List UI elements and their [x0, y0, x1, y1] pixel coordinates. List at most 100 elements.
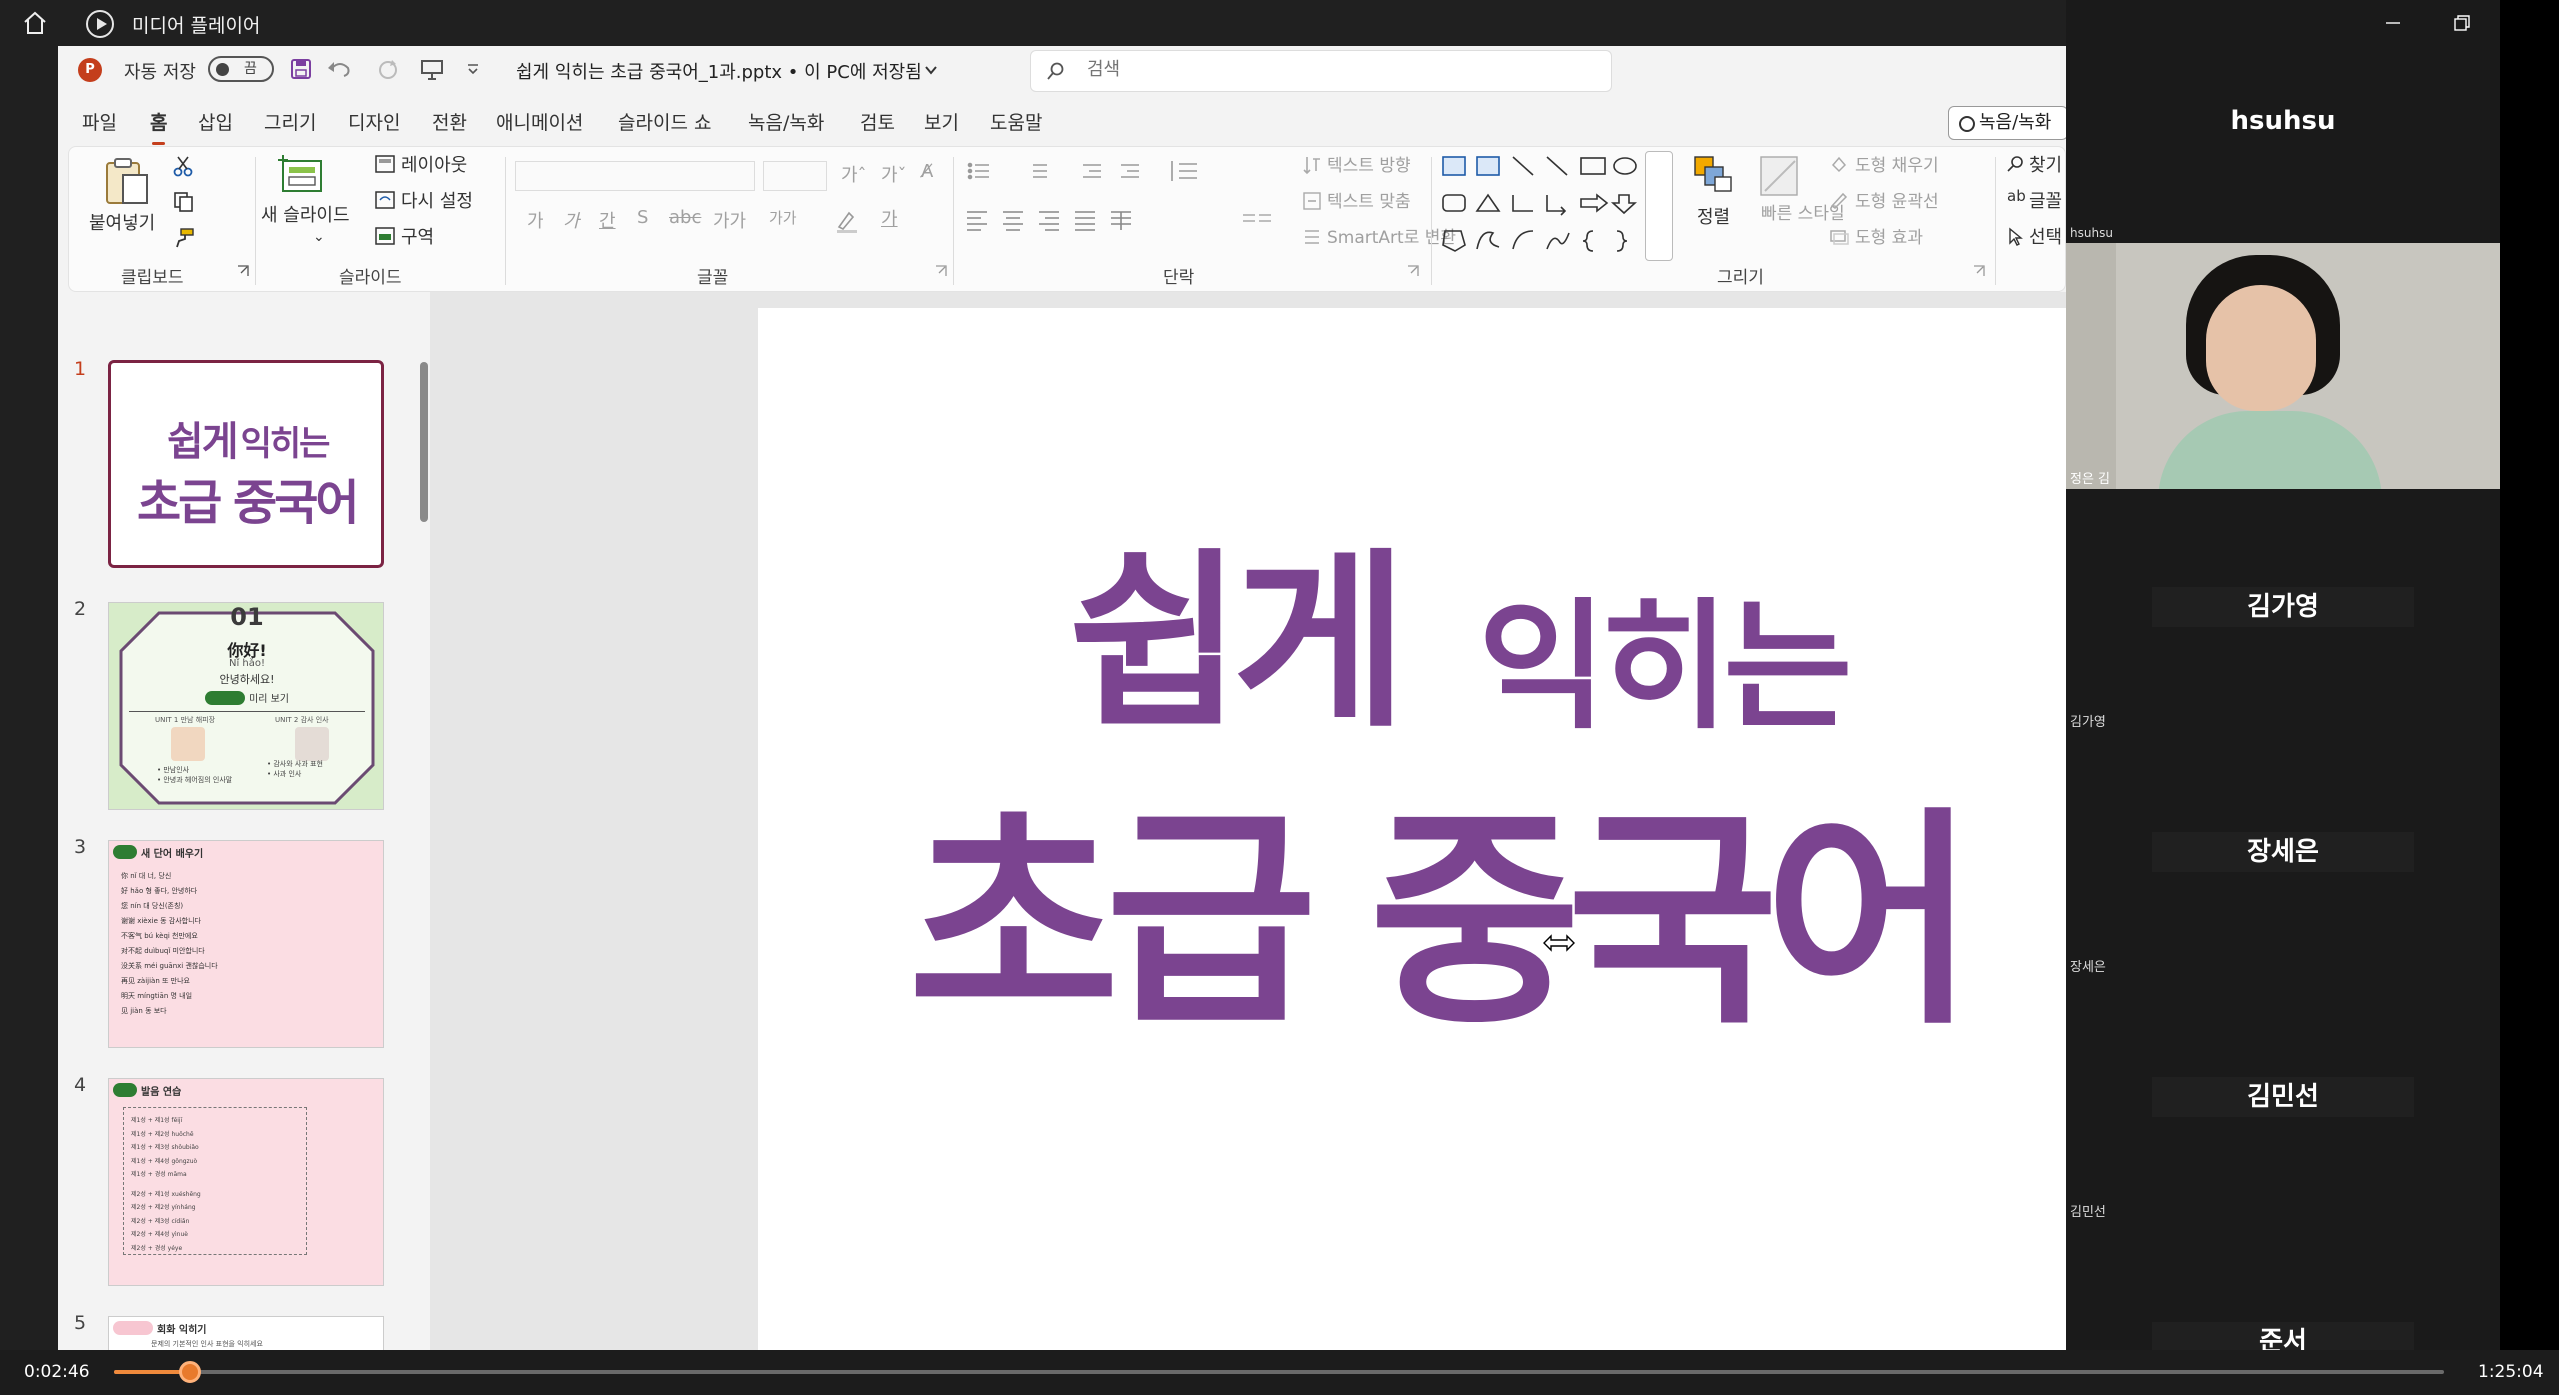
tab-review[interactable]: 검토: [860, 108, 895, 135]
media-player-title: 미디어 플레이어: [132, 15, 261, 37]
record-button[interactable]: 녹음/녹화: [1948, 106, 2066, 140]
scrollbar-thumb[interactable]: [420, 362, 428, 522]
text-direction-button[interactable]: 텍스트 방향: [1327, 151, 1411, 176]
tab-animations[interactable]: 애니메이션: [496, 108, 583, 135]
change-case-button[interactable]: 가가: [769, 207, 797, 228]
present-icon[interactable]: [420, 58, 444, 80]
seek-bar[interactable]: [114, 1361, 2444, 1383]
home-icon[interactable]: [22, 10, 48, 36]
clear-format-icon[interactable]: A̸: [921, 161, 933, 182]
font-name-select[interactable]: [515, 161, 755, 191]
select-button[interactable]: 선택: [2029, 223, 2062, 249]
format-painter-icon[interactable]: [173, 227, 195, 249]
pronunciation-row: 제2성 + 제2성 yínháng: [131, 1204, 196, 1211]
tab-file[interactable]: 파일: [82, 108, 117, 135]
arrange-icon[interactable]: [1691, 153, 1735, 195]
grow-font-button[interactable]: 가ˆ: [841, 161, 867, 187]
unit1-label: UNIT 1 만남 해피장: [155, 716, 216, 724]
restore-icon[interactable]: [2453, 14, 2471, 32]
search-input[interactable]: [1087, 59, 1487, 80]
chevron-down-icon[interactable]: [924, 64, 938, 76]
word-row: 好 hǎo 형 좋다, 안녕하다: [121, 887, 198, 895]
undo-icon[interactable]: [326, 58, 354, 80]
tab-help[interactable]: 도움말: [990, 108, 1042, 135]
slide-thumbnail-1[interactable]: 쉽게 익히는 초급 중국어: [108, 360, 384, 568]
italic-button[interactable]: 가: [563, 207, 580, 233]
shape-outline-button[interactable]: 도형 윤곽선: [1855, 187, 1939, 212]
align-text-button[interactable]: 텍스트 맞춤: [1327, 187, 1411, 212]
new-slide-label[interactable]: 새 슬라이드: [261, 201, 350, 227]
new-slide-icon[interactable]: [277, 153, 327, 197]
align-buttons-icon[interactable]: [965, 209, 1155, 231]
quick-styles-icon[interactable]: [1757, 153, 1801, 199]
quick-styles-button[interactable]: 빠른 스타일: [1761, 203, 1845, 225]
dialog-launcher-icon[interactable]: [935, 265, 947, 277]
find-button[interactable]: 찾기: [2029, 151, 2062, 177]
tab-slideshow[interactable]: 슬라이드 쇼: [618, 108, 711, 135]
slide-thumbnail-4[interactable]: 발음 연습 제1성 + 제1성 fēijī 제1성 + 제2성 huǒchē 제1성…: [108, 1078, 384, 1286]
layout-button[interactable]: 레이아웃: [401, 151, 467, 177]
slide-thumbnail-2[interactable]: 01 你好! Nǐ hǎo! 안녕하세요! 미리 보기 UNIT 1 만남 해피…: [108, 602, 384, 810]
cut-icon[interactable]: [173, 155, 193, 177]
slide-thumbnail-5[interactable]: 회화 익히기 문제의 기본적인 인사 표현을 익히세요: [108, 1316, 384, 1350]
copy-icon[interactable]: [173, 191, 195, 213]
shadow-button[interactable]: S: [637, 207, 648, 228]
tab-record[interactable]: 녹음/녹화: [748, 108, 824, 135]
dialog-launcher-icon[interactable]: [237, 265, 249, 277]
tab-home[interactable]: 홈: [150, 108, 167, 145]
seek-bar-handle[interactable]: [178, 1361, 201, 1383]
shapes-gallery[interactable]: [1437, 153, 1637, 263]
reset-button[interactable]: 다시 설정: [401, 187, 473, 213]
media-player-app-icon: [86, 10, 114, 38]
autosave-toggle[interactable]: 끔: [208, 56, 274, 82]
redo-icon[interactable]: [376, 58, 400, 80]
tab-insert[interactable]: 삽입: [198, 108, 233, 135]
new-slide-dropdown-icon[interactable]: ⌄: [313, 229, 325, 245]
search-box[interactable]: [1030, 50, 1612, 92]
pronunciation-row: 제2성 + 제4성 yìnuè: [131, 1231, 188, 1238]
dialog-launcher-icon[interactable]: [1407, 265, 1419, 277]
columns-icon[interactable]: [1241, 209, 1281, 231]
char-spacing-button[interactable]: 가가: [713, 207, 746, 233]
customize-qat-icon[interactable]: [466, 62, 480, 76]
pronunciation-row: 제1성 + 경성 māma: [131, 1171, 187, 1178]
tab-draw[interactable]: 그리기: [264, 108, 316, 135]
tab-design[interactable]: 디자인: [348, 108, 400, 135]
bold-button[interactable]: 가: [527, 207, 544, 233]
line-spacing-icon[interactable]: [1167, 159, 1203, 183]
slide-thumbnail-3[interactable]: 새 단어 배우기 你 nǐ 대 너, 당신 好 hǎo 형 좋다, 안녕하다 您 n…: [108, 840, 384, 1048]
shape-effects-button[interactable]: 도형 효과: [1855, 223, 1923, 248]
strikethrough-button[interactable]: abc: [669, 207, 701, 228]
main-slide[interactable]: 쉽게 익히는 초급 중국어: [758, 308, 2066, 1350]
underline-button[interactable]: 간: [599, 207, 616, 233]
dialog-launcher-icon[interactable]: [1973, 265, 1985, 277]
paste-label[interactable]: 붙여넣기: [89, 209, 155, 235]
powerpoint-logo-icon: P: [78, 58, 102, 82]
participant-video[interactable]: 정은 김: [2066, 243, 2500, 489]
slide4-header: 발음 연습: [141, 1087, 182, 1098]
paste-icon[interactable]: [103, 155, 151, 207]
minimize-icon[interactable]: [2385, 16, 2401, 30]
participant-name: 준서: [2152, 1322, 2414, 1350]
slide5-header: 회화 익히기: [157, 1325, 207, 1336]
font-size-select[interactable]: [763, 161, 827, 191]
playback-bar: 0:02:46 1:25:04: [0, 1350, 2559, 1395]
pronunciation-row: 제2성 + 제1성 xuéshēng: [131, 1190, 201, 1198]
arrange-button[interactable]: 정렬: [1697, 203, 1730, 229]
media-player-titlebar: 미디어 플레이어: [0, 0, 2066, 46]
document-title[interactable]: 쉽게 익히는 초급 중국어_1과.pptx • 이 PC에 저장됨: [516, 58, 922, 84]
list-buttons-icon[interactable]: [967, 161, 1167, 181]
highlight-icon[interactable]: [835, 209, 859, 233]
tab-view[interactable]: 보기: [924, 108, 959, 135]
slide-number: 4: [74, 1074, 87, 1096]
font-color-button[interactable]: 가: [881, 205, 898, 231]
save-icon[interactable]: [290, 58, 312, 80]
replace-button[interactable]: 글꼴: [2029, 187, 2062, 213]
section-badge: [113, 845, 137, 859]
shape-fill-button[interactable]: 도형 채우기: [1855, 151, 1939, 176]
tab-transitions[interactable]: 전환: [432, 108, 467, 135]
shrink-font-button[interactable]: 가ˇ: [881, 161, 907, 187]
section-button[interactable]: 구역: [401, 223, 434, 249]
shapes-more-button[interactable]: [1645, 151, 1673, 261]
video-tile-label: hsuhsu: [2070, 226, 2113, 240]
